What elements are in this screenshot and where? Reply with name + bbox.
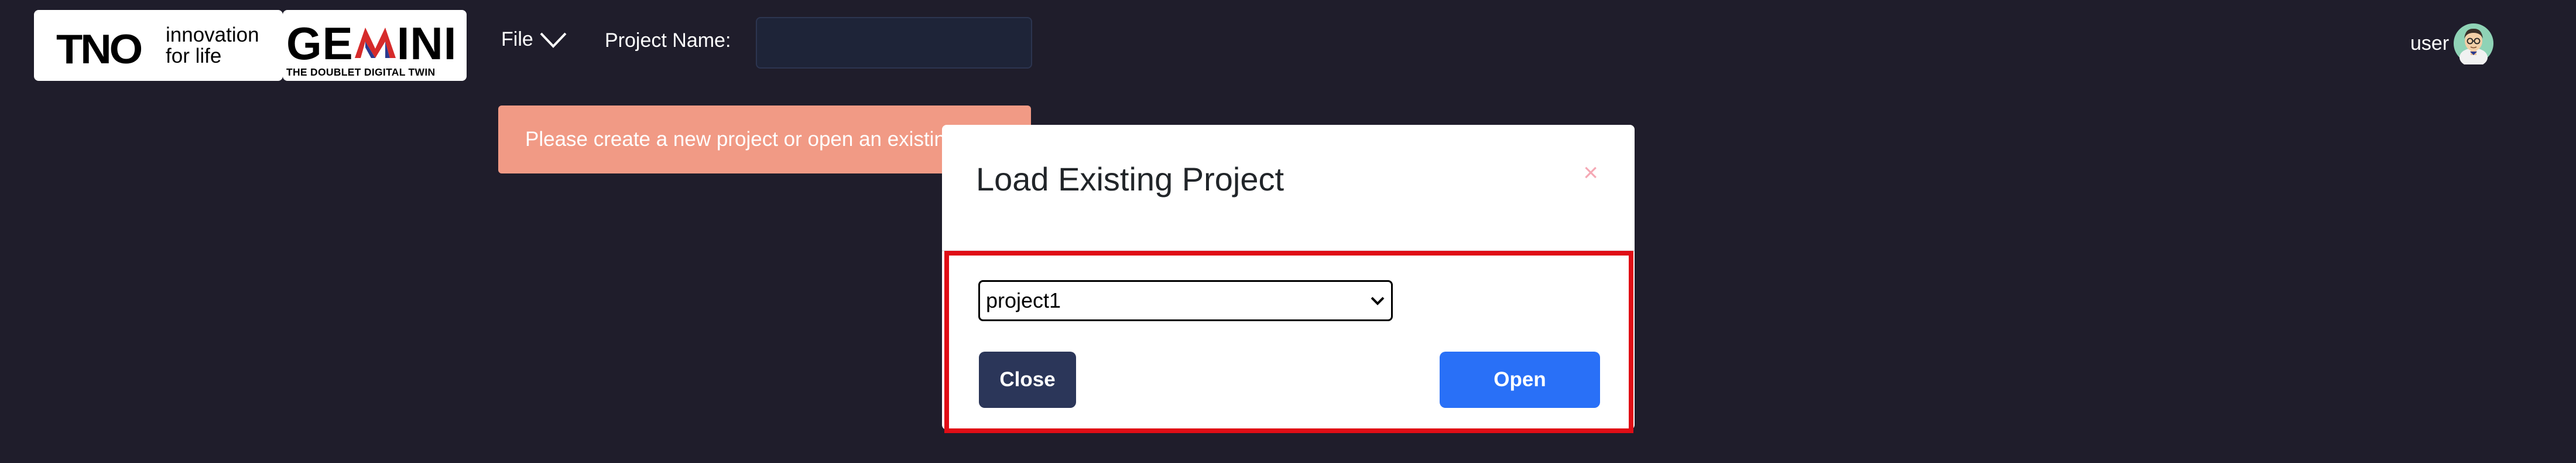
tno-tagline: innovation for life [166, 25, 259, 67]
tno-tagline-line1: innovation [166, 23, 259, 46]
project-select-value: project1 [986, 288, 1061, 312]
user-menu[interactable]: user [2410, 22, 2495, 64]
tno-tagline-line2: for life [166, 45, 222, 67]
project-name-label: Project Name: [605, 29, 731, 52]
file-menu[interactable]: File [501, 28, 567, 51]
gemini-subtitle: THE DOUBLET DIGITAL TWIN [286, 66, 436, 78]
tno-wordmark: TNO [56, 26, 143, 72]
file-menu-label: File [501, 28, 533, 50]
project-name-input[interactable] [756, 17, 1032, 69]
chevron-down-icon [540, 32, 567, 48]
chevron-down-icon [1371, 297, 1385, 305]
user-name: user [2410, 32, 2450, 55]
close-icon[interactable]: × [1583, 160, 1598, 186]
close-button[interactable]: Close [979, 352, 1076, 408]
gemini-logo: GE INI THE DOUBLET DIGITAL TWIN [283, 10, 467, 81]
gemini-m-icon [354, 28, 396, 58]
tno-logo: TNO innovation for life [34, 10, 283, 81]
gemini-wordmark-right: INI [396, 18, 457, 69]
project-select[interactable]: project1 [978, 280, 1393, 321]
avatar-icon [2454, 23, 2494, 64]
modal-body-highlight: project1 Close Open [944, 251, 1633, 433]
modal-title: Load Existing Project [976, 161, 1284, 198]
gemini-wordmark: GE INI [286, 21, 457, 66]
gemini-wordmark-left: GE [286, 18, 354, 69]
open-button[interactable]: Open [1440, 352, 1600, 408]
